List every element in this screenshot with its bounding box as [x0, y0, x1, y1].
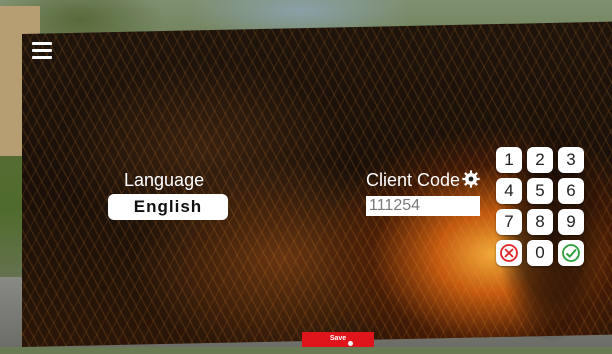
language-label: Language — [124, 170, 205, 190]
keypad-key-1[interactable]: 1 — [496, 147, 522, 173]
keypad-key-7[interactable]: 7 — [496, 209, 522, 235]
confirm-check-icon[interactable] — [558, 240, 584, 266]
keypad-key-9[interactable]: 9 — [558, 209, 584, 235]
gear-icon[interactable] — [462, 170, 480, 188]
keypad-key-4[interactable]: 4 — [496, 178, 522, 204]
save-button[interactable]: Save — [302, 332, 374, 347]
keypad-key-5[interactable]: 5 — [527, 178, 553, 204]
clear-x-icon[interactable] — [496, 240, 522, 266]
language-select-button[interactable]: English — [108, 194, 228, 220]
hamburger-menu-icon[interactable] — [32, 42, 52, 59]
keypad-key-2[interactable]: 2 — [527, 147, 553, 173]
numeric-keypad: 1 2 3 4 5 6 7 8 9 0 — [496, 147, 584, 266]
pointer-cursor — [348, 341, 353, 346]
keypad-key-0[interactable]: 0 — [527, 240, 553, 266]
keypad-key-6[interactable]: 6 — [558, 178, 584, 204]
keypad-key-3[interactable]: 3 — [558, 147, 584, 173]
keypad-key-8[interactable]: 8 — [527, 209, 553, 235]
client-code-label: Client Code — [366, 170, 461, 190]
client-code-input[interactable] — [366, 196, 480, 216]
